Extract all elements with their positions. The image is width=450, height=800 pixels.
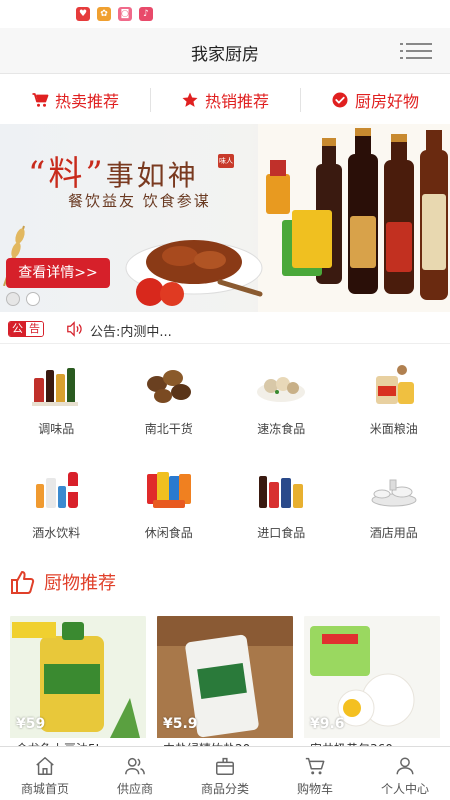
view-details-button[interactable]: 查看详情>> bbox=[6, 258, 110, 288]
category-label: 米面粮油 bbox=[369, 422, 418, 436]
product-card[interactable]: ¥9.6 安井奶黄包360g bbox=[304, 614, 440, 754]
banner-bottles-area bbox=[258, 124, 450, 312]
category-snacks[interactable]: 休闲食品 bbox=[113, 450, 226, 554]
category-label: 速冻食品 bbox=[257, 422, 306, 436]
category-label: 酒店用品 bbox=[369, 526, 418, 540]
notice-tag-part: 告 bbox=[26, 322, 43, 336]
tab-profile[interactable]: 个人中心 bbox=[360, 747, 450, 800]
category-label: 南北干货 bbox=[144, 422, 193, 436]
tab-label: 热销推荐 bbox=[204, 92, 269, 111]
category-grid: 调味品 南北干货 速冻食品 米面粮油 酒水饮料 休闲食品 进口食品 酒店用品 bbox=[0, 346, 450, 558]
dish-image bbox=[125, 240, 263, 306]
camera-icon: ◙ bbox=[118, 7, 132, 21]
user-icon bbox=[396, 757, 414, 775]
notice-text: 公告:内测中... bbox=[90, 325, 172, 340]
weibo-icon: ♥ bbox=[76, 7, 90, 21]
hotel-supplies-image bbox=[371, 479, 417, 507]
category-dry-goods[interactable]: 南北干货 bbox=[113, 346, 226, 450]
frozen-food-image bbox=[257, 377, 306, 402]
condiment-bottles-image bbox=[266, 128, 448, 300]
tab-label: 热卖推荐 bbox=[54, 92, 119, 111]
banner-headline: “料”事如神 bbox=[28, 146, 199, 195]
category-drinks[interactable]: 酒水饮料 bbox=[0, 450, 113, 554]
app-page: ♥ ✿ ◙ ♪ 我家厨房 热卖推荐 热销推荐 厨房好物 “料”事如神 味人 餐饮… bbox=[0, 0, 450, 800]
header: 我家厨房 bbox=[0, 28, 450, 74]
tab-category[interactable]: 商品分类 bbox=[180, 747, 270, 800]
star-icon bbox=[182, 92, 198, 107]
notice-bar[interactable]: 公 告 公告:内测中... bbox=[0, 314, 450, 344]
tab-best-selling[interactable]: 热销推荐 bbox=[150, 76, 300, 124]
category-frozen[interactable]: 速冻食品 bbox=[225, 346, 338, 450]
status-bar: ♥ ✿ ◙ ♪ bbox=[0, 0, 450, 28]
carousel-dots bbox=[6, 292, 40, 306]
check-circle-icon bbox=[332, 92, 348, 108]
banner-seal: 味人 bbox=[218, 154, 234, 168]
imported-food-image bbox=[259, 476, 304, 508]
cart-icon bbox=[305, 757, 325, 775]
banner-headline-highlight: “料” bbox=[28, 154, 106, 194]
banner-headline-rest: 事如神 bbox=[105, 159, 199, 192]
tab-label: 商城首页 bbox=[20, 782, 69, 796]
banner-subtitle: 餐饮益友 饮食参谋 bbox=[68, 192, 211, 210]
carousel-dot[interactable] bbox=[6, 292, 20, 306]
page-title: 我家厨房 bbox=[191, 45, 259, 65]
tab-label: 商品分类 bbox=[200, 782, 249, 796]
category-label: 进口食品 bbox=[257, 526, 306, 540]
section-title: 厨物推荐 bbox=[44, 573, 116, 594]
snacks-image bbox=[146, 472, 191, 508]
tab-label: 供应商 bbox=[116, 782, 153, 796]
product-card[interactable]: ¥59 金龙鱼上豆油5L bbox=[10, 614, 146, 754]
grain-oil-image bbox=[375, 365, 414, 404]
notice-tag: 公 告 bbox=[8, 321, 44, 337]
recommend-section-header: 厨物推荐 bbox=[8, 562, 116, 602]
promo-banner[interactable]: “料”事如神 味人 餐饮益友 饮食参谋 查看详情>> bbox=[0, 124, 450, 312]
product-price: ¥59 bbox=[16, 716, 46, 732]
menu-icon[interactable] bbox=[400, 41, 432, 61]
status-icons: ♥ ✿ ◙ ♪ bbox=[76, 7, 153, 21]
notice-tag-part: 公 bbox=[9, 322, 26, 336]
tab-hot-sale[interactable]: 热卖推荐 bbox=[0, 76, 150, 124]
category-hotel-supplies[interactable]: 酒店用品 bbox=[338, 450, 450, 554]
supplier-icon bbox=[125, 757, 145, 775]
tab-label: 购物车 bbox=[296, 782, 333, 796]
tab-label: 个人中心 bbox=[380, 782, 429, 796]
dry-goods-image bbox=[146, 370, 191, 403]
drinks-image bbox=[36, 472, 79, 508]
category-label: 调味品 bbox=[38, 422, 75, 436]
product-price: ¥5.9 bbox=[163, 716, 198, 732]
app-icon: ✿ bbox=[97, 7, 111, 21]
product-card[interactable]: ¥5.9 中盐绿精竹盐20 bbox=[157, 614, 293, 754]
tab-home[interactable]: 商城首页 bbox=[0, 747, 90, 800]
quick-tabs: 热卖推荐 热销推荐 厨房好物 bbox=[0, 76, 450, 124]
product-list: ¥59 金龙鱼上豆油5L ¥5.9 中盐绿精竹盐20 ¥9.6 bbox=[0, 614, 450, 754]
seasoning-image bbox=[32, 368, 79, 406]
category-seasoning[interactable]: 调味品 bbox=[0, 346, 113, 450]
tab-label: 厨房好物 bbox=[354, 92, 419, 111]
category-imported[interactable]: 进口食品 bbox=[225, 450, 338, 554]
category-icon bbox=[216, 757, 234, 775]
category-grain-oil[interactable]: 米面粮油 bbox=[338, 346, 450, 450]
speaker-icon bbox=[67, 321, 82, 337]
tab-supplier[interactable]: 供应商 bbox=[90, 747, 180, 800]
carousel-dot-active[interactable] bbox=[26, 292, 40, 306]
tab-kitchen-goods[interactable]: 厨房好物 bbox=[300, 76, 450, 124]
home-icon bbox=[36, 757, 54, 775]
category-label: 休闲食品 bbox=[144, 526, 193, 540]
tiktok-icon: ♪ bbox=[139, 7, 153, 21]
tab-cart[interactable]: 购物车 bbox=[270, 747, 360, 800]
cart-icon bbox=[32, 93, 49, 107]
thumbs-up-icon bbox=[11, 571, 35, 594]
bottom-tab-bar: 商城首页 供应商 商品分类 购物车 个人中心 bbox=[0, 746, 450, 800]
category-label: 酒水饮料 bbox=[32, 526, 81, 540]
product-price: ¥9.6 bbox=[310, 716, 345, 732]
